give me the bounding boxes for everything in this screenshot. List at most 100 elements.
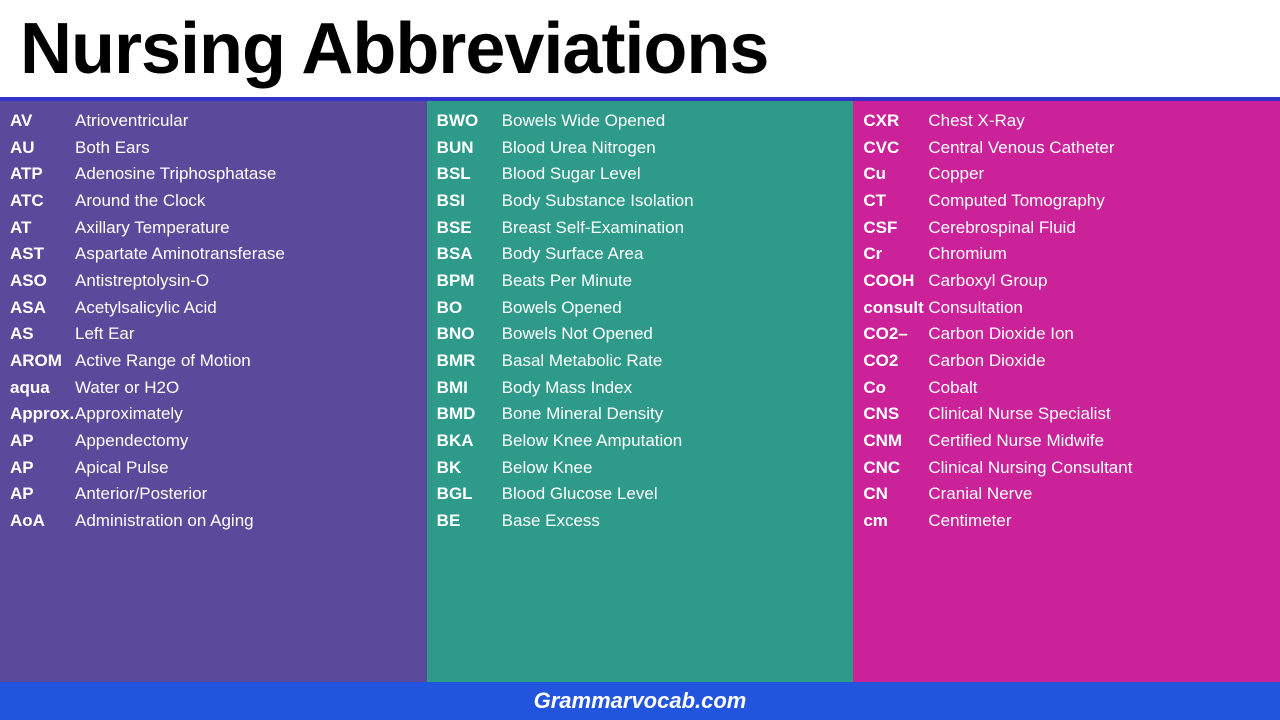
- abbr-meaning: Clinical Nursing Consultant: [928, 456, 1132, 481]
- page-wrapper: Nursing Abbreviations AVAtrioventricular…: [0, 0, 1280, 720]
- abbr-code: AP: [10, 456, 75, 481]
- table-row: ASOAntistreptolysin-O: [10, 269, 417, 294]
- abbr-code: CVC: [863, 136, 928, 161]
- abbr-code: BMI: [437, 376, 502, 401]
- abbr-meaning: Computed Tomography: [928, 189, 1104, 214]
- abbr-code: CO2: [863, 349, 928, 374]
- abbr-meaning: Bowels Not Opened: [502, 322, 653, 347]
- table-row: CoCobalt: [863, 376, 1270, 401]
- table-row: CO2–Carbon Dioxide Ion: [863, 322, 1270, 347]
- table-row: BSABody Surface Area: [437, 242, 844, 267]
- column-right: CXRChest X-RayCVCCentral Venous Catheter…: [853, 101, 1280, 682]
- table-row: BOBowels Opened: [437, 296, 844, 321]
- abbr-meaning: Basal Metabolic Rate: [502, 349, 663, 374]
- abbr-meaning: Chromium: [928, 242, 1006, 267]
- abbr-meaning: Blood Glucose Level: [502, 482, 658, 507]
- abbr-code: BWO: [437, 109, 502, 134]
- abbr-meaning: Breast Self-Examination: [502, 216, 684, 241]
- abbr-meaning: Beats Per Minute: [502, 269, 632, 294]
- abbr-code: AP: [10, 482, 75, 507]
- table-row: BPMBeats Per Minute: [437, 269, 844, 294]
- abbr-code: aqua: [10, 376, 75, 401]
- abbr-code: AoA: [10, 509, 75, 534]
- abbr-meaning: Cranial Nerve: [928, 482, 1032, 507]
- table-row: BUNBlood Urea Nitrogen: [437, 136, 844, 161]
- abbr-code: Cr: [863, 242, 928, 267]
- abbr-meaning: Carboxyl Group: [928, 269, 1047, 294]
- table-row: CVCCentral Venous Catheter: [863, 136, 1270, 161]
- abbr-meaning: Antistreptolysin-O: [75, 269, 209, 294]
- column-left: AVAtrioventricularAUBoth EarsATPAdenosin…: [0, 101, 427, 682]
- table-row: BMRBasal Metabolic Rate: [437, 349, 844, 374]
- abbr-meaning: Centimeter: [928, 509, 1011, 534]
- abbr-code: AT: [10, 216, 75, 241]
- table-row: BEBase Excess: [437, 509, 844, 534]
- abbr-code: BSI: [437, 189, 502, 214]
- table-row: BSLBlood Sugar Level: [437, 162, 844, 187]
- table-row: CO2Carbon Dioxide: [863, 349, 1270, 374]
- table-row: CNMCertified Nurse Midwife: [863, 429, 1270, 454]
- abbr-code: AROM: [10, 349, 75, 374]
- table-row: cmCentimeter: [863, 509, 1270, 534]
- table-row: APApical Pulse: [10, 456, 417, 481]
- abbr-code: ATC: [10, 189, 75, 214]
- abbr-meaning: Apical Pulse: [75, 456, 169, 481]
- abbr-meaning: Active Range of Motion: [75, 349, 251, 374]
- abbr-meaning: Bone Mineral Density: [502, 402, 664, 427]
- table-row: COOHCarboxyl Group: [863, 269, 1270, 294]
- abbr-code: BE: [437, 509, 502, 534]
- abbr-meaning: Body Substance Isolation: [502, 189, 694, 214]
- table-row: BKBelow Knee: [437, 456, 844, 481]
- abbr-meaning: Body Mass Index: [502, 376, 632, 401]
- abbr-meaning: Chest X-Ray: [928, 109, 1024, 134]
- abbr-code: CNM: [863, 429, 928, 454]
- abbr-code: BK: [437, 456, 502, 481]
- abbr-code: BSA: [437, 242, 502, 267]
- footer-text: Grammarvocab.com: [534, 688, 747, 713]
- abbr-code: AU: [10, 136, 75, 161]
- table-row: BMDBone Mineral Density: [437, 402, 844, 427]
- table-row: ASLeft Ear: [10, 322, 417, 347]
- table-row: BNOBowels Not Opened: [437, 322, 844, 347]
- table-row: AoAAdministration on Aging: [10, 509, 417, 534]
- abbr-code: CO2–: [863, 322, 928, 347]
- abbr-meaning: Consultation: [928, 296, 1023, 321]
- table-row: BKABelow Knee Amputation: [437, 429, 844, 454]
- abbr-meaning: Certified Nurse Midwife: [928, 429, 1104, 454]
- table-row: CNSClinical Nurse Specialist: [863, 402, 1270, 427]
- abbr-code: Cu: [863, 162, 928, 187]
- abbr-meaning: Clinical Nurse Specialist: [928, 402, 1110, 427]
- abbr-code: CNS: [863, 402, 928, 427]
- table-row: ATPAdenosine Triphosphatase: [10, 162, 417, 187]
- table-row: aquaWater or H2O: [10, 376, 417, 401]
- abbr-meaning: Both Ears: [75, 136, 150, 161]
- abbr-meaning: Left Ear: [75, 322, 135, 347]
- abbr-code: AP: [10, 429, 75, 454]
- abbr-code: BSE: [437, 216, 502, 241]
- page-title: Nursing Abbreviations: [20, 10, 1260, 89]
- table-row: APAnterior/Posterior: [10, 482, 417, 507]
- abbr-code: BO: [437, 296, 502, 321]
- abbr-meaning: Acetylsalicylic Acid: [75, 296, 217, 321]
- abbr-code: COOH: [863, 269, 928, 294]
- abbr-code: ASO: [10, 269, 75, 294]
- table-row: BSIBody Substance Isolation: [437, 189, 844, 214]
- column-middle: BWOBowels Wide OpenedBUNBlood Urea Nitro…: [427, 101, 854, 682]
- abbr-meaning: Anterior/Posterior: [75, 482, 207, 507]
- abbr-meaning: Water or H2O: [75, 376, 179, 401]
- table-row: CuCopper: [863, 162, 1270, 187]
- abbr-code: ASA: [10, 296, 75, 321]
- abbr-code: consult: [863, 296, 928, 321]
- table-row: APAppendectomy: [10, 429, 417, 454]
- abbr-meaning: Bowels Opened: [502, 296, 622, 321]
- abbr-code: CXR: [863, 109, 928, 134]
- abbr-meaning: Central Venous Catheter: [928, 136, 1114, 161]
- abbr-meaning: Base Excess: [502, 509, 600, 534]
- abbr-code: BPM: [437, 269, 502, 294]
- table-row: ASAAcetylsalicylic Acid: [10, 296, 417, 321]
- abbr-meaning: Around the Clock: [75, 189, 205, 214]
- abbr-code: ATP: [10, 162, 75, 187]
- abbr-code: Co: [863, 376, 928, 401]
- abbr-meaning: Approximately: [75, 402, 183, 427]
- abbr-meaning: Carbon Dioxide Ion: [928, 322, 1074, 347]
